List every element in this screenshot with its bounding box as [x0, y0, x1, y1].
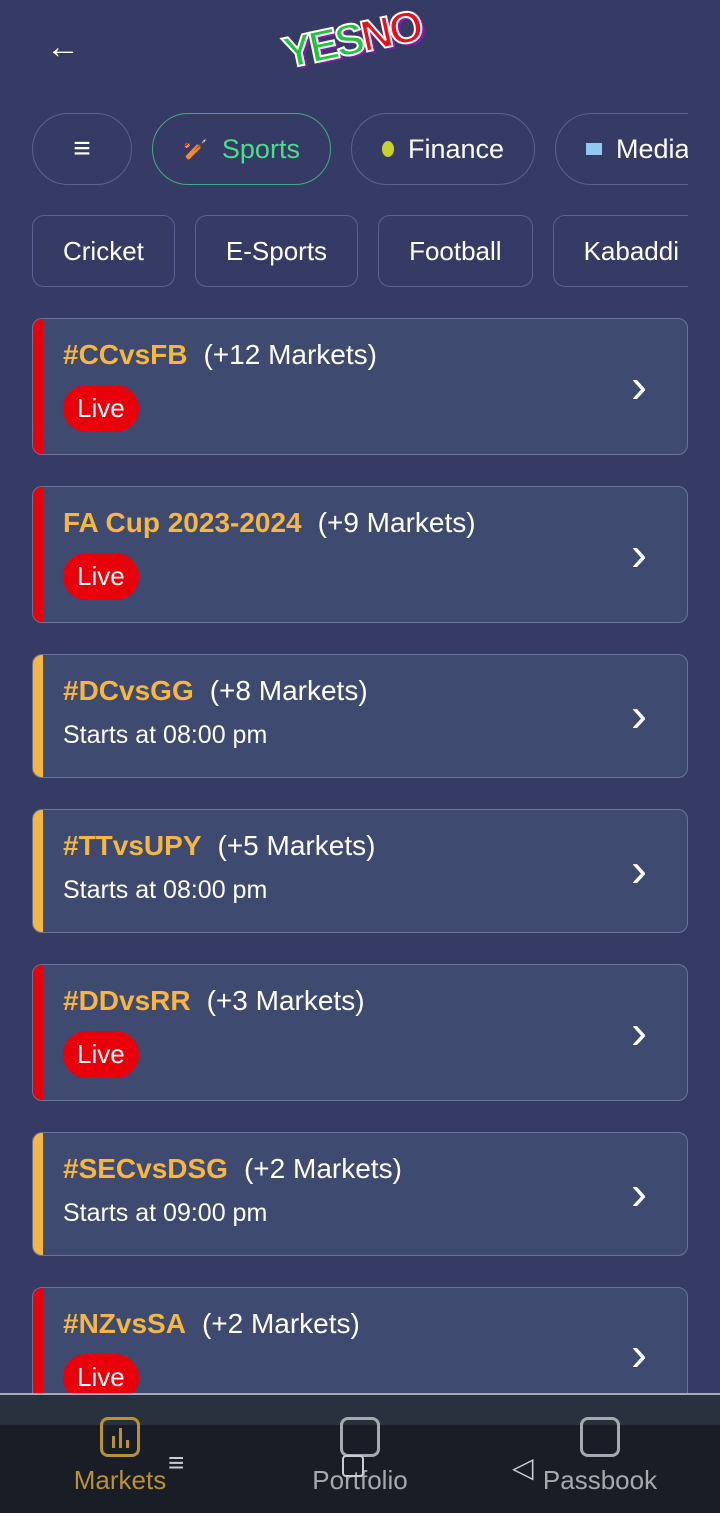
chevron-right-icon: ›	[631, 360, 647, 413]
avocado-icon	[381, 141, 394, 157]
event-list: #CCvsFB (+12 Markets) Live › FA Cup 2023-20…	[32, 318, 688, 1437]
event-card[interactable]: FA Cup 2023-2024 (+9 Markets) Live ›	[32, 486, 688, 623]
markets-count: (+2 Markets)	[201, 1308, 360, 1339]
event-tag: #NZvsSA	[63, 1308, 186, 1339]
event-tag: #DDvsRR	[63, 985, 191, 1016]
event-card[interactable]: #TTvsUPY (+5 Markets) Starts at 08:00 pm ›	[32, 809, 688, 933]
event-card[interactable]: #DCvsGG (+8 Markets) Starts at 08:00 pm ›	[32, 654, 688, 778]
event-card[interactable]: #SECvsDSG (+2 Markets) Starts at 09:00 pm ›	[32, 1132, 688, 1256]
event-tag: #CCvsFB	[63, 339, 188, 370]
markets-count: (+2 Markets)	[243, 1153, 402, 1184]
cricketer-icon: 🏏	[183, 138, 208, 161]
chip-esports[interactable]: E-Sports	[194, 215, 359, 287]
chevron-right-icon: ›	[631, 689, 647, 743]
event-card[interactable]: #DDvsRR (+3 Markets) Live ›	[32, 964, 688, 1101]
markets-count: (+3 Markets)	[206, 985, 365, 1016]
system-back-icon[interactable]: ◁	[512, 1451, 534, 1484]
bar-chart-icon	[100, 1417, 140, 1457]
event-tag: #TTvsUPY	[63, 830, 202, 861]
system-home-icon[interactable]	[342, 1455, 364, 1477]
nav-label: Passbook	[542, 1465, 658, 1495]
live-badge: Live	[63, 1031, 139, 1078]
chevron-right-icon: ›	[631, 528, 647, 581]
nav-portfolio[interactable]: Portfolio	[240, 1395, 480, 1513]
tv-icon	[586, 143, 603, 155]
chevron-right-icon: ›	[631, 1006, 647, 1059]
nav-markets[interactable]: Markets	[0, 1395, 240, 1513]
tab-media[interactable]: Media	[555, 113, 688, 185]
chevron-right-icon: ›	[631, 1328, 647, 1382]
chevron-right-icon: ›	[631, 844, 647, 898]
tab-label: Media	[616, 133, 688, 164]
markets-count: (+8 Markets)	[209, 675, 368, 706]
markets-count: (+12 Markets)	[203, 339, 377, 370]
yesno-logo: YESNO	[278, 0, 426, 79]
briefcase-icon	[340, 1417, 380, 1457]
system-menu-icon[interactable]: ≡	[168, 1447, 184, 1479]
wallet-icon	[580, 1417, 620, 1457]
live-badge: Live	[63, 385, 139, 432]
live-badge: Live	[63, 553, 139, 600]
event-tag: FA Cup 2023-2024	[63, 507, 302, 538]
start-time: Starts at 08:00 pm	[63, 721, 268, 749]
tab-finance[interactable]: Finance	[350, 113, 536, 185]
tab-label: Sports	[221, 133, 300, 164]
event-tag: #DCvsGG	[63, 675, 194, 706]
start-time: Starts at 08:00 pm	[63, 876, 268, 904]
tab-label: Finance	[407, 133, 505, 164]
event-tag: #SECvsDSG	[63, 1153, 228, 1184]
chip-kabaddi[interactable]: Kabaddi	[552, 215, 688, 287]
chevron-right-icon: ›	[631, 1167, 647, 1221]
bottom-nav: Markets Portfolio Passbook ≡ ◁	[0, 1393, 720, 1513]
markets-count: (+5 Markets)	[217, 830, 376, 861]
markets-count: (+9 Markets)	[317, 507, 476, 538]
event-card[interactable]: #CCvsFB (+12 Markets) Live ›	[32, 318, 688, 455]
chip-football[interactable]: Football	[378, 215, 533, 287]
start-time: Starts at 09:00 pm	[63, 1199, 268, 1227]
subcategory-tabs: Cricket E-Sports Football Kabaddi	[32, 215, 688, 289]
chip-cricket[interactable]: Cricket	[32, 215, 175, 287]
nav-label: Markets	[73, 1465, 167, 1495]
tab-sports[interactable]: 🏏 Sports	[152, 113, 331, 185]
category-tabs: ≡ 🏏 Sports Finance Media	[32, 113, 688, 187]
filter-icon: ≡	[73, 132, 91, 165]
back-button[interactable]: ←	[46, 28, 80, 67]
filter-button[interactable]: ≡	[32, 113, 132, 185]
